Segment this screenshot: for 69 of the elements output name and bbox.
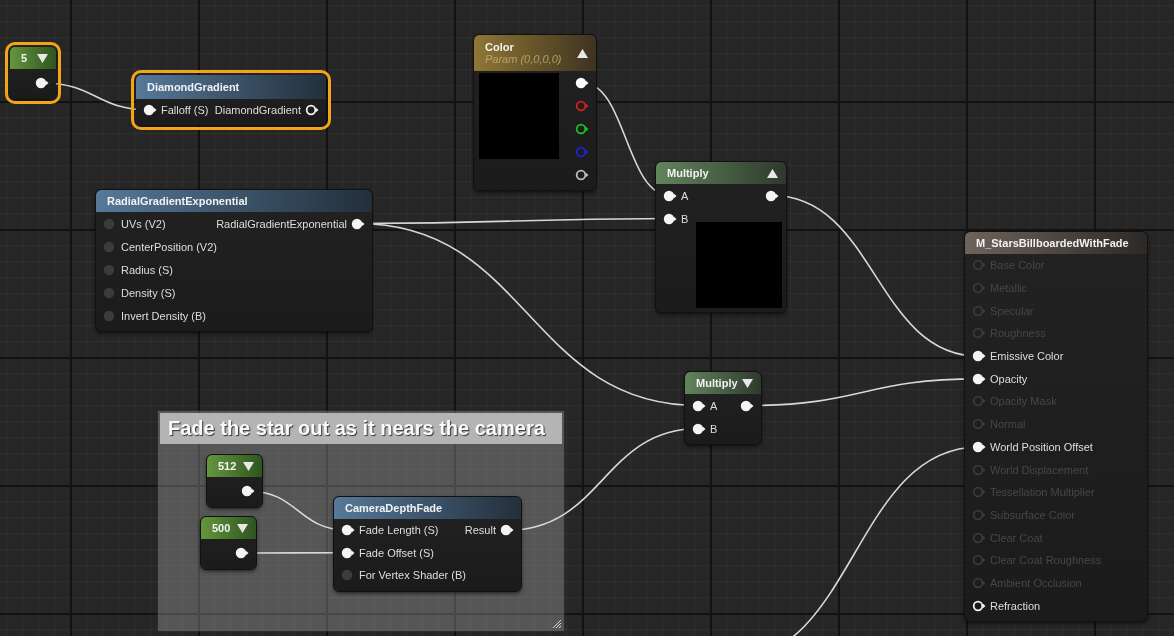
- collapse-arrow-icon[interactable]: [767, 168, 778, 178]
- pin-label: A: [681, 189, 689, 202]
- node-subtitle: Param (0,0,0,0): [485, 53, 563, 65]
- pin-label: Falloff (S): [161, 104, 209, 116]
- node-title: Multiply: [696, 377, 736, 389]
- pin-icon[interactable]: [235, 547, 249, 559]
- node-title: 5: [21, 52, 29, 64]
- pin-label: Emissive Color: [990, 350, 1064, 363]
- pin-icon[interactable]: [500, 524, 514, 537]
- pin-label: B: [710, 422, 718, 435]
- pin-label: CenterPosition (V2): [121, 240, 217, 253]
- graph-node[interactable]: 500: [201, 517, 256, 569]
- pin-icon[interactable]: [972, 372, 986, 385]
- pin-label: Opacity: [990, 372, 1028, 385]
- pin-label: RadialGradientExponential: [216, 217, 347, 230]
- graph-node[interactable]: Color Param (0,0,0,0): [474, 35, 596, 190]
- graph-node[interactable]: RadialGradientExponential UVs (V2) RadialGradientExponential CenterPosition (V2) Radius (S) Density (S) Invert Density (B): [96, 190, 372, 331]
- expand-arrow-icon[interactable]: [237, 523, 248, 533]
- pin-label: For Vertex Shader (B): [359, 569, 466, 582]
- pin-label: UVs (V2): [121, 217, 166, 230]
- node-title: 512: [218, 460, 237, 472]
- node-title: M_StarsBillboardedWithFade: [976, 237, 1130, 249]
- graph-node[interactable]: Multiply A B: [685, 372, 761, 444]
- pin-icon[interactable]: [972, 599, 986, 612]
- pin-label: A: [710, 399, 718, 412]
- node-title: 500: [212, 522, 231, 534]
- pin-label: Result: [464, 524, 496, 537]
- pin-icon[interactable]: [341, 524, 355, 537]
- pin-icon[interactable]: [341, 546, 355, 559]
- graph-node[interactable]: 512: [207, 455, 262, 507]
- pin-label: Density (S): [121, 286, 176, 299]
- node-title: Color: [485, 41, 515, 53]
- expand-arrow-icon[interactable]: [243, 461, 254, 471]
- pin-icon[interactable]: [241, 485, 255, 497]
- pin-icon[interactable]: [663, 212, 677, 225]
- node-title: Multiply: [667, 167, 710, 179]
- expand-arrow-icon[interactable]: [742, 378, 753, 388]
- expand-arrow-icon[interactable]: [37, 53, 48, 63]
- graph-node[interactable]: Multiply A B: [656, 162, 786, 312]
- pin-icon[interactable]: [663, 189, 677, 202]
- pin-icon[interactable]: [35, 77, 49, 89]
- pin-icon[interactable]: [972, 440, 986, 453]
- pin-icon[interactable]: [765, 189, 779, 202]
- graph-node[interactable]: CameraDepthFade Fade Length (S) Result Fade Offset (S) For Vertex Shader (B): [334, 497, 521, 591]
- resize-grip-icon[interactable]: [551, 618, 561, 628]
- node-title: CameraDepthFade: [345, 502, 444, 514]
- pin-label: World Position Offset: [990, 440, 1093, 453]
- pin-label: B: [681, 212, 689, 225]
- collapse-arrow-icon[interactable]: [577, 48, 588, 58]
- pin-icon[interactable]: [692, 399, 706, 412]
- pin-label: Fade Length (S): [359, 524, 439, 537]
- pin-label: Fade Offset (S): [359, 546, 434, 559]
- pin-icon[interactable]: [740, 399, 754, 412]
- pin-icon[interactable]: [143, 104, 157, 116]
- pin-icon[interactable]: [972, 350, 986, 363]
- pin-icon[interactable]: [575, 122, 589, 135]
- node-title: RadialGradientExponential: [107, 195, 249, 207]
- pin-icon[interactable]: [305, 104, 319, 116]
- pin-label: Invert Density (B): [121, 309, 206, 322]
- comment-title: Fade the star out as it nears the camera: [160, 413, 562, 444]
- pin-icon[interactable]: [575, 76, 589, 89]
- pin-label: Radius (S): [121, 263, 173, 276]
- pin-label: DiamondGradient: [214, 104, 301, 116]
- pin-icon[interactable]: [575, 168, 589, 181]
- node-title: DiamondGradient: [147, 81, 241, 93]
- graph-node[interactable]: [965, 232, 1147, 621]
- pin-icon[interactable]: [351, 217, 365, 230]
- pin-label: Refraction: [990, 599, 1041, 612]
- pin-icon[interactable]: [692, 422, 706, 435]
